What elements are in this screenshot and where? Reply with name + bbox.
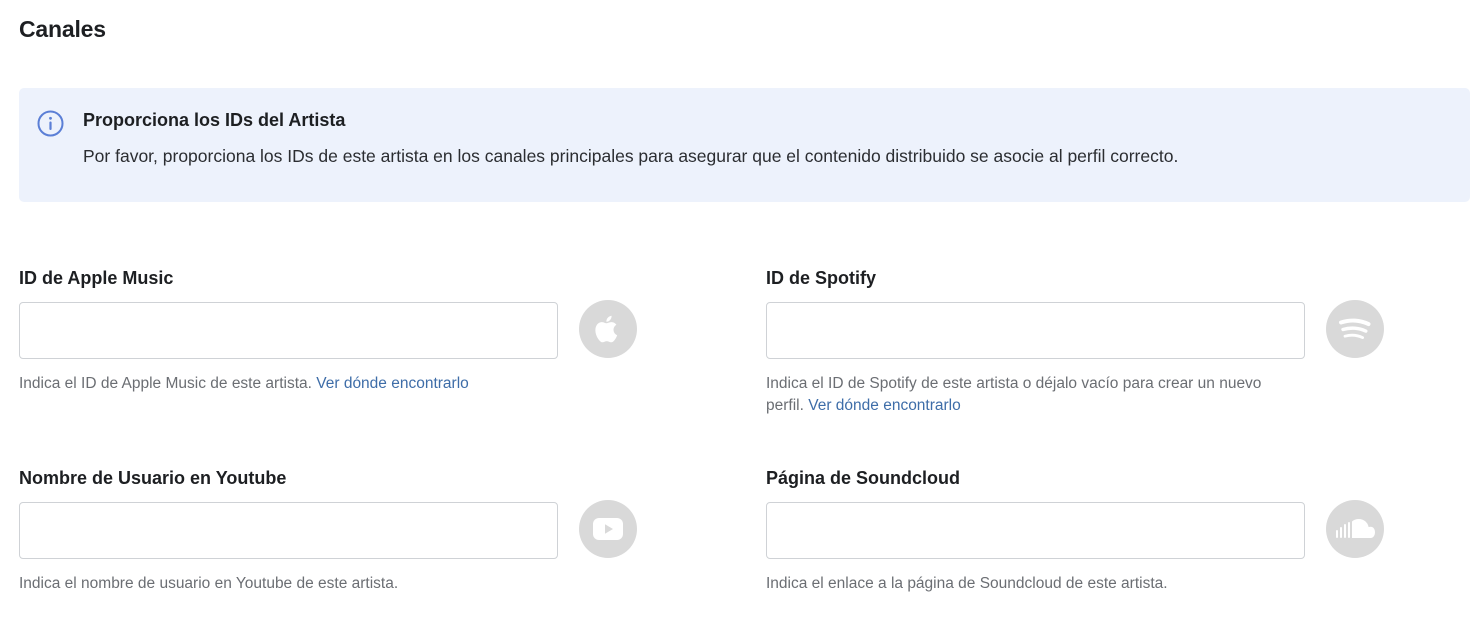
- apple-music-help-link[interactable]: Ver dónde encontrarlo: [316, 375, 469, 392]
- info-icon: [37, 110, 64, 137]
- soundcloud-help-text: Indica el enlace a la página de Soundclo…: [766, 575, 1168, 592]
- apple-music-label: ID de Apple Music: [19, 268, 174, 288]
- spotify-id-input[interactable]: [766, 302, 1305, 359]
- spotify-label: ID de Spotify: [766, 268, 877, 288]
- youtube-help: Indica el nombre de usuario en Youtube d…: [19, 573, 529, 595]
- banner-text: Por favor, proporciona los IDs de este a…: [83, 146, 1179, 166]
- apple-icon: [579, 300, 637, 358]
- info-banner: Proporciona los IDs del Artista Por favo…: [19, 88, 1470, 202]
- soundcloud-help: Indica el enlace a la página de Soundclo…: [766, 573, 1276, 595]
- page-title: Canales: [19, 16, 106, 42]
- youtube-username-input[interactable]: [19, 502, 558, 559]
- spotify-icon: [1326, 300, 1384, 358]
- apple-music-id-input[interactable]: [19, 302, 558, 359]
- banner-title: Proporciona los IDs del Artista: [83, 110, 346, 130]
- soundcloud-icon: [1326, 500, 1384, 558]
- soundcloud-label: Página de Soundcloud: [766, 468, 961, 488]
- youtube-icon: [579, 500, 637, 558]
- apple-music-help-text: Indica el ID de Apple Music de este arti…: [19, 375, 317, 392]
- apple-music-help: Indica el ID de Apple Music de este arti…: [19, 373, 529, 395]
- soundcloud-page-input[interactable]: [766, 502, 1305, 559]
- youtube-help-text: Indica el nombre de usuario en Youtube d…: [19, 575, 399, 592]
- spotify-help-link[interactable]: Ver dónde encontrarlo: [808, 397, 961, 414]
- youtube-label: Nombre de Usuario en Youtube: [19, 468, 287, 488]
- spotify-help: Indica el ID de Spotify de este artista …: [766, 373, 1276, 417]
